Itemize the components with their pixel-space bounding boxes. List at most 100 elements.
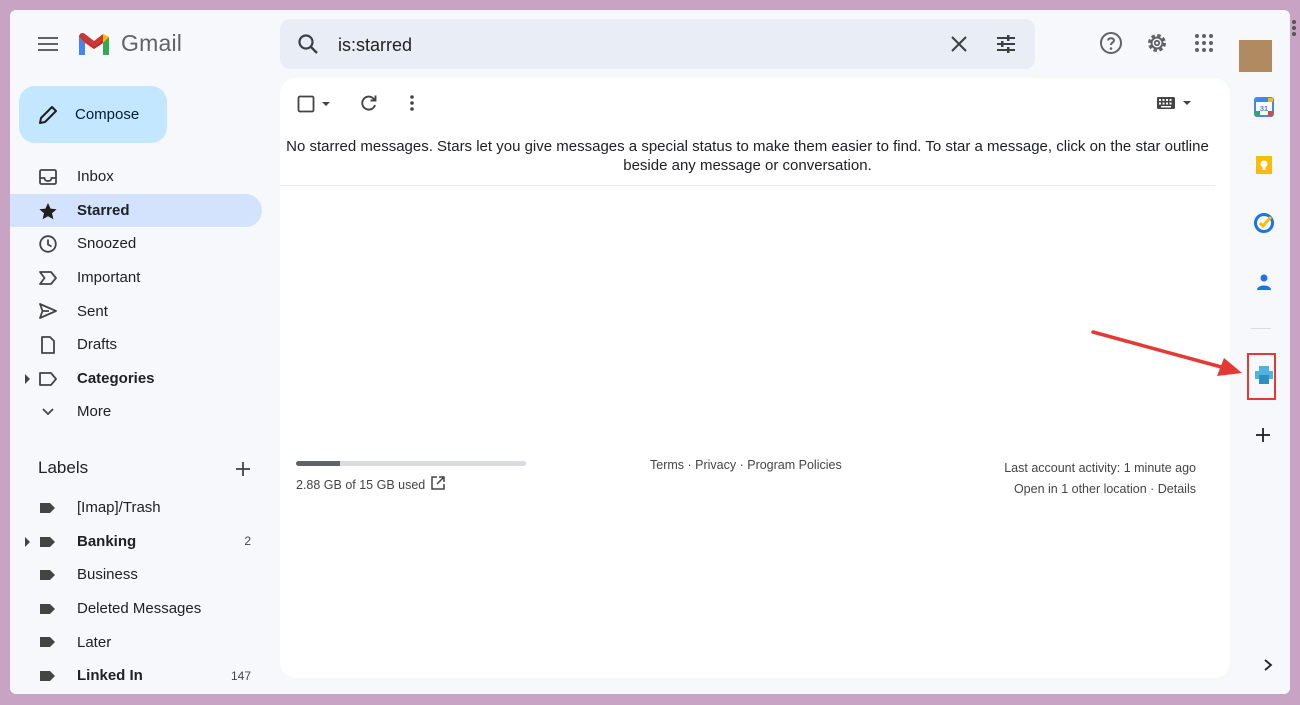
star-icon — [39, 202, 57, 219]
last-activity-text: Last account activity: 1 minute ago — [1004, 461, 1196, 475]
keep-app-button[interactable] — [1249, 150, 1279, 180]
expand-arrow-icon[interactable] — [25, 373, 30, 384]
calendar-date-text: 31 — [1260, 104, 1268, 113]
sidebar-item-sent[interactable]: Sent — [10, 294, 262, 328]
sidebar-item-inbox[interactable]: Inbox — [10, 160, 262, 194]
more-vert-icon[interactable] — [402, 93, 422, 113]
chevron-down-icon — [42, 408, 54, 416]
sidebar-item-starred[interactable]: Starred — [10, 193, 262, 228]
message-list-pane: No starred messages. Stars let you give … — [280, 78, 1230, 678]
select-dropdown-icon[interactable] — [320, 98, 332, 110]
other-location-text: Open in 1 other location — [1013, 482, 1147, 496]
add-label-icon[interactable] — [234, 460, 252, 478]
highlight-box — [1247, 353, 1276, 400]
input-tools-dropdown-icon[interactable] — [1181, 97, 1193, 109]
label-name: Later — [77, 633, 112, 651]
open-in-new-icon[interactable] — [430, 475, 446, 491]
select-checkbox[interactable] — [297, 95, 315, 113]
label-name: Deleted Messages — [77, 600, 202, 618]
draft-icon — [41, 336, 55, 354]
search-input[interactable] — [336, 30, 920, 60]
sidebar-item-more[interactable]: More — [10, 395, 262, 429]
nav-list: Inbox Starred Snoozed Important Sent Dra… — [10, 160, 270, 429]
unread-count: 147 — [230, 668, 251, 683]
sidebar-item-label: Drafts — [77, 336, 118, 354]
chevron-right-icon[interactable] — [1262, 658, 1274, 672]
sidebar-item-label: Sent — [77, 302, 108, 320]
tasks-app-button[interactable] — [1249, 208, 1279, 238]
tasks-icon — [1254, 213, 1274, 233]
sidebar-item-label: Starred — [77, 201, 130, 219]
separator: · — [684, 458, 696, 472]
calendar-icon: 31 — [1254, 97, 1274, 117]
keyboard-icon[interactable] — [1156, 96, 1176, 110]
sidebar-item-label: More — [77, 403, 112, 421]
sidebar-item-categories[interactable]: Categories — [10, 362, 262, 396]
label-icon — [40, 603, 55, 614]
sidebar-item-snoozed[interactable]: Snoozed — [10, 227, 262, 261]
calendar-app-button[interactable]: 31 — [1249, 92, 1279, 122]
label-icon — [40, 570, 55, 581]
terms-link[interactable]: Terms — [650, 458, 684, 472]
details-link[interactable]: Details — [1158, 482, 1196, 496]
compose-button[interactable]: Compose — [19, 86, 167, 143]
pencil-icon — [39, 105, 57, 124]
contacts-icon — [1257, 274, 1271, 290]
account-activity: Last account activity: 1 minute ago Open… — [1004, 458, 1196, 500]
footer-links: Terms · Privacy · Program Policies — [650, 458, 842, 472]
program-policies-link[interactable]: Program Policies — [747, 458, 841, 472]
label-name: Linked In — [77, 667, 143, 685]
search-icon[interactable] — [296, 32, 320, 56]
sidebar-item-label: Snoozed — [77, 235, 137, 253]
storage-meter-fill — [296, 461, 341, 466]
expand-arrow-icon[interactable] — [25, 536, 30, 547]
label-name: Banking — [77, 532, 137, 550]
storage-usage-text: 2.88 GB of 15 GB used — [296, 478, 426, 492]
sidebar-item-label: Inbox — [77, 168, 114, 186]
sidebar-item-label: Categories — [77, 369, 155, 387]
label-outline-icon — [39, 371, 57, 386]
gmail-window: Gmail is:starred Compose Inbox Starred S… — [10, 10, 1290, 694]
separator: · — [736, 458, 748, 472]
keep-icon — [1256, 156, 1272, 174]
refresh-icon[interactable] — [359, 93, 379, 113]
label-item-banking[interactable]: Banking 2 — [10, 525, 262, 559]
annotation-arrow-icon — [1091, 330, 1242, 376]
label-icon — [40, 536, 55, 547]
labels-heading: Labels — [38, 458, 89, 477]
divider — [280, 185, 1215, 186]
contacts-app-button[interactable] — [1249, 267, 1279, 297]
separator: · — [1146, 482, 1158, 496]
side-panel-divider — [1251, 328, 1271, 329]
empty-message-line: No starred messages. Stars let you give … — [286, 138, 1209, 155]
window-edge-handle — [1292, 18, 1298, 38]
label-icon — [40, 670, 55, 681]
label-item-linked-in[interactable]: Linked In 147 — [10, 659, 262, 693]
label-item-business[interactable]: Business — [10, 558, 262, 592]
sidebar-item-drafts[interactable]: Drafts — [10, 328, 262, 362]
storage-meter — [296, 461, 526, 466]
label-icon — [40, 637, 55, 648]
get-addons-icon[interactable] — [1254, 426, 1272, 444]
hamburger-icon — [38, 37, 58, 51]
gmail-logo[interactable]: Gmail — [77, 30, 182, 57]
label-name: Business — [77, 566, 138, 584]
sidebar-item-important[interactable]: Important — [10, 261, 262, 295]
privacy-link[interactable]: Privacy — [695, 458, 736, 472]
inbox-icon — [39, 169, 57, 185]
label-icon — [40, 503, 55, 513]
label-item-imap-trash[interactable]: [Imap]/Trash — [10, 491, 262, 525]
search-options-icon[interactable] — [994, 32, 1018, 56]
important-icon — [39, 270, 57, 285]
unread-count: 2 — [244, 534, 251, 549]
gear-icon[interactable] — [1145, 31, 1169, 55]
label-item-later[interactable]: Later — [10, 625, 262, 659]
label-item-deleted-messages[interactable]: Deleted Messages — [10, 592, 262, 626]
empty-state-message: No starred messages. Stars let you give … — [280, 137, 1215, 175]
help-icon[interactable] — [1099, 31, 1123, 55]
apps-grid-icon[interactable] — [1192, 31, 1216, 55]
label-name: [Imap]/Trash — [77, 499, 161, 517]
main-menu-button[interactable] — [34, 32, 62, 56]
clock-icon — [39, 235, 57, 253]
close-icon[interactable] — [948, 33, 970, 55]
